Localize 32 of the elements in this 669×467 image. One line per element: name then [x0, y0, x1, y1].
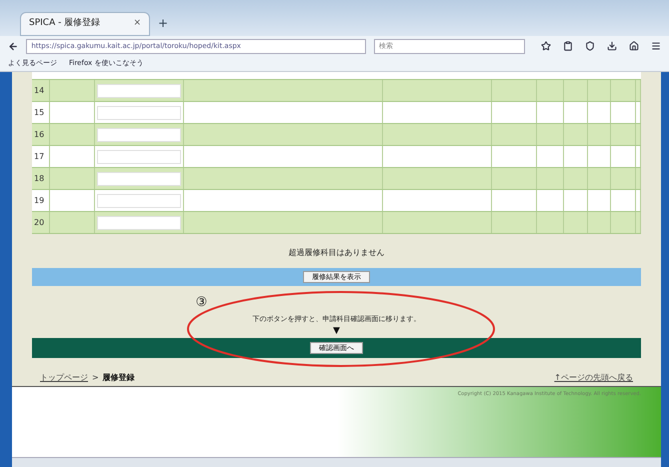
- row-number: 18: [34, 172, 44, 184]
- back-icon[interactable]: [8, 40, 18, 52]
- notice-text: 超過履修科目はありません: [288, 247, 384, 259]
- new-tab-button[interactable]: +: [158, 14, 168, 32]
- browser-tab[interactable]: SPICA - 履修登録 ×: [20, 12, 150, 36]
- input-field[interactable]: [96, 150, 182, 164]
- input-field[interactable]: [96, 216, 182, 230]
- breadcrumb-separator: >: [92, 372, 99, 384]
- row-number: 16: [34, 128, 44, 140]
- input-field[interactable]: [96, 194, 182, 208]
- scrollbar[interactable]: [12, 457, 661, 467]
- input-field[interactable]: [96, 172, 182, 186]
- menu-icon[interactable]: [651, 41, 661, 51]
- home-icon[interactable]: [629, 41, 639, 51]
- row-number: 19: [34, 194, 44, 206]
- input-field[interactable]: [96, 84, 182, 98]
- step-number: ③: [196, 294, 208, 312]
- arrow-icon: ▼: [333, 325, 340, 339]
- download-icon[interactable]: [607, 41, 617, 51]
- breadcrumb-current: 履修登録: [102, 372, 135, 384]
- shield-icon[interactable]: [585, 41, 595, 51]
- row-number: 20: [34, 216, 44, 228]
- close-icon[interactable]: ×: [133, 17, 141, 31]
- row-number: 15: [34, 106, 44, 118]
- back-to-top-link[interactable]: ↑ページの先頭へ戻る: [554, 372, 633, 384]
- input-field[interactable]: [96, 128, 182, 142]
- star-icon[interactable]: [541, 41, 551, 51]
- row-number: 14: [34, 84, 44, 96]
- clipboard-icon[interactable]: [563, 41, 573, 51]
- row-number: 17: [34, 150, 44, 162]
- breadcrumb-link[interactable]: トップページ: [40, 372, 88, 384]
- input-field[interactable]: [96, 106, 182, 120]
